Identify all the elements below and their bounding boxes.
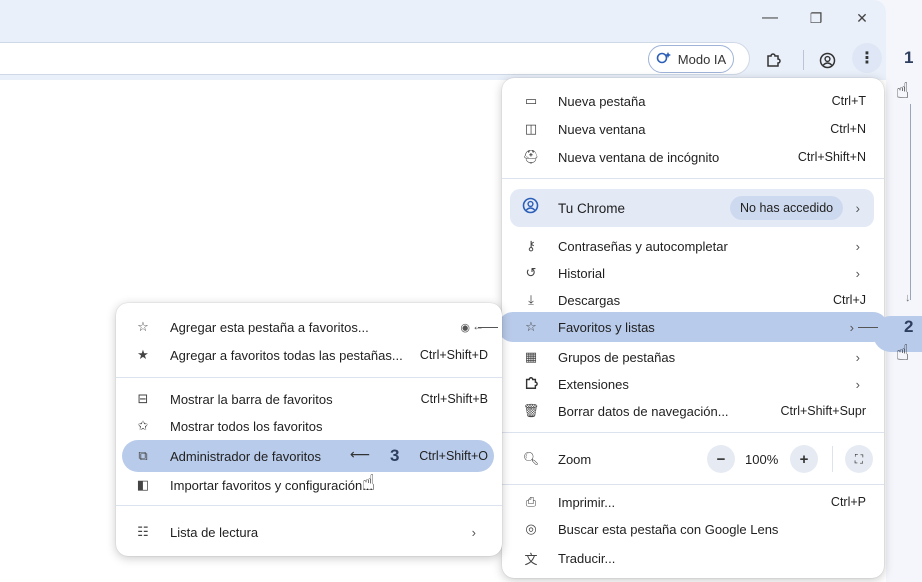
incognito-icon: ⛑ [522, 149, 540, 164]
star-icon: ★ [137, 347, 149, 362]
menu-item-tab-groups[interactable]: ▦ Grupos de pestañas › [502, 343, 884, 371]
hand-cursor-icon: ☝ [896, 78, 910, 103]
submenu-item-show-all[interactable]: ✩ Mostrar todos los favoritos [116, 413, 502, 439]
zoom-out-button[interactable]: − [707, 445, 735, 473]
zoom-divider [832, 446, 833, 472]
connector-line [858, 327, 878, 328]
menu-item-downloads[interactable]: ⤓ Descargas Ctrl+J [502, 286, 884, 314]
menu-item-google-lens[interactable]: ◎ Buscar esta pestaña con Google Lens [502, 515, 884, 543]
menu-item-tu-chrome[interactable]: Tu Chrome No has accedido › [510, 189, 874, 227]
stars-icon: ✩ [137, 418, 149, 433]
zoom-icon: 🔍︎ [522, 451, 540, 466]
chevron-right-icon: › [471, 524, 476, 540]
puzzle-icon [522, 376, 540, 393]
fullscreen-icon[interactable]: ⛶ [845, 445, 873, 473]
toolbar [0, 38, 886, 80]
lens-dot-icon: ◉ [460, 321, 470, 334]
submenu-divider [116, 505, 502, 506]
submenu-item-bookmark-manager[interactable]: ⧉ Administrador de favoritos Ctrl+Shift+… [116, 443, 502, 469]
zoom-in-button[interactable]: + [790, 445, 818, 473]
chevron-right-icon: › [855, 200, 861, 216]
ai-search-icon [656, 51, 672, 68]
submenu-item-add-tab[interactable]: ☆ Agregar esta pestaña a favoritos... ◉ [116, 314, 502, 340]
sign-in-status-badge: No has accedido [730, 196, 844, 220]
menu-item-zoom: 🔍︎ Zoom [522, 451, 592, 467]
address-bar[interactable] [0, 42, 750, 75]
arrow-left-icon: ← [472, 319, 484, 333]
chrome-menu-button[interactable]: ⋮ [852, 43, 882, 73]
minimize-button[interactable]: — [752, 6, 788, 30]
new-window-icon: ◫ [524, 121, 538, 136]
menu-item-translate[interactable]: 文 Traducir... [502, 544, 884, 572]
chevron-right-icon: › [855, 349, 860, 365]
menu-divider [502, 432, 884, 433]
menu-item-clear-data[interactable]: 🗑 Borrar datos de navegación... Ctrl+Shi… [502, 397, 884, 425]
modo-ia-label: Modo IA [677, 51, 727, 67]
puzzle-icon[interactable] [760, 47, 786, 73]
submenu-item-reading-list[interactable]: ☷ Lista de lectura › [116, 519, 502, 545]
arrow-down-icon: ↓ [905, 292, 911, 304]
chevron-right-icon: › [855, 238, 860, 254]
bookmark-manager-icon: ⧉ [138, 448, 148, 463]
modo-ia-button[interactable]: Modo IA [648, 45, 734, 73]
download-icon: ⤓ [528, 292, 534, 307]
step-2-label: 2 [904, 317, 914, 336]
chevron-right-icon: › [849, 319, 854, 335]
menu-item-new-window[interactable]: ◫ Nueva ventana Ctrl+N [502, 115, 884, 143]
new-tab-icon: ▭ [524, 93, 538, 108]
submenu-item-import[interactable]: ◧ Importar favoritos y configuración... [116, 472, 502, 498]
history-icon: ↺ [525, 265, 537, 280]
chevron-right-icon: › [855, 265, 860, 281]
zoom-level: 100% [745, 452, 779, 467]
maximize-button[interactable]: ❐ [798, 6, 834, 30]
menu-item-history[interactable]: ↺ Historial › [502, 259, 884, 287]
chevron-right-icon: › [855, 376, 860, 392]
key-icon: ⚷ [526, 238, 536, 253]
reading-list-icon: ☷ [137, 524, 149, 539]
submenu-item-show-bar[interactable]: ⊟ Mostrar la barra de favoritos Ctrl+Shi… [116, 386, 502, 412]
step-3-label: 3 [390, 446, 400, 465]
menu-divider [502, 178, 884, 179]
menu-divider [502, 484, 884, 485]
menu-item-incognito[interactable]: ⛑ Nueva ventana de incógnito Ctrl+Shift+… [502, 143, 884, 171]
submenu-item-add-all[interactable]: ★ Agregar a favoritos todas las pestañas… [116, 342, 502, 368]
menu-item-new-tab[interactable]: ▭ Nueva pestaña Ctrl+T [502, 87, 884, 115]
bookmark-bar-icon: ⊟ [137, 391, 149, 406]
submenu-divider [116, 377, 502, 378]
star-icon: ☆ [525, 319, 537, 334]
printer-icon: ⎙ [525, 494, 537, 509]
profile-icon[interactable] [814, 47, 840, 73]
import-icon: ◧ [136, 477, 150, 492]
menu-item-print[interactable]: ⎙ Imprimir... Ctrl+P [502, 488, 884, 516]
trash-icon: 🗑 [522, 403, 540, 418]
menu-item-passwords[interactable]: ⚷ Contraseñas y autocompletar › [502, 232, 884, 260]
arrow-left-icon: ⟵ [350, 446, 371, 462]
menu-item-bookmarks[interactable]: ☆ Favoritos y listas › [502, 313, 884, 341]
step-1-label: 1 [904, 48, 914, 67]
guide-line [910, 104, 911, 300]
toolbar-divider [803, 50, 804, 70]
close-button[interactable]: ✕ [844, 6, 880, 30]
tab-groups-icon: ▦ [524, 349, 538, 364]
menu-item-extensions[interactable]: Extensiones › [502, 370, 884, 398]
profile-circle-icon [522, 197, 539, 219]
lens-icon: ◎ [525, 521, 537, 536]
hand-cursor-icon: ☝ [896, 340, 910, 365]
star-icon: ☆ [137, 319, 149, 334]
translate-icon: 文 [524, 551, 538, 567]
